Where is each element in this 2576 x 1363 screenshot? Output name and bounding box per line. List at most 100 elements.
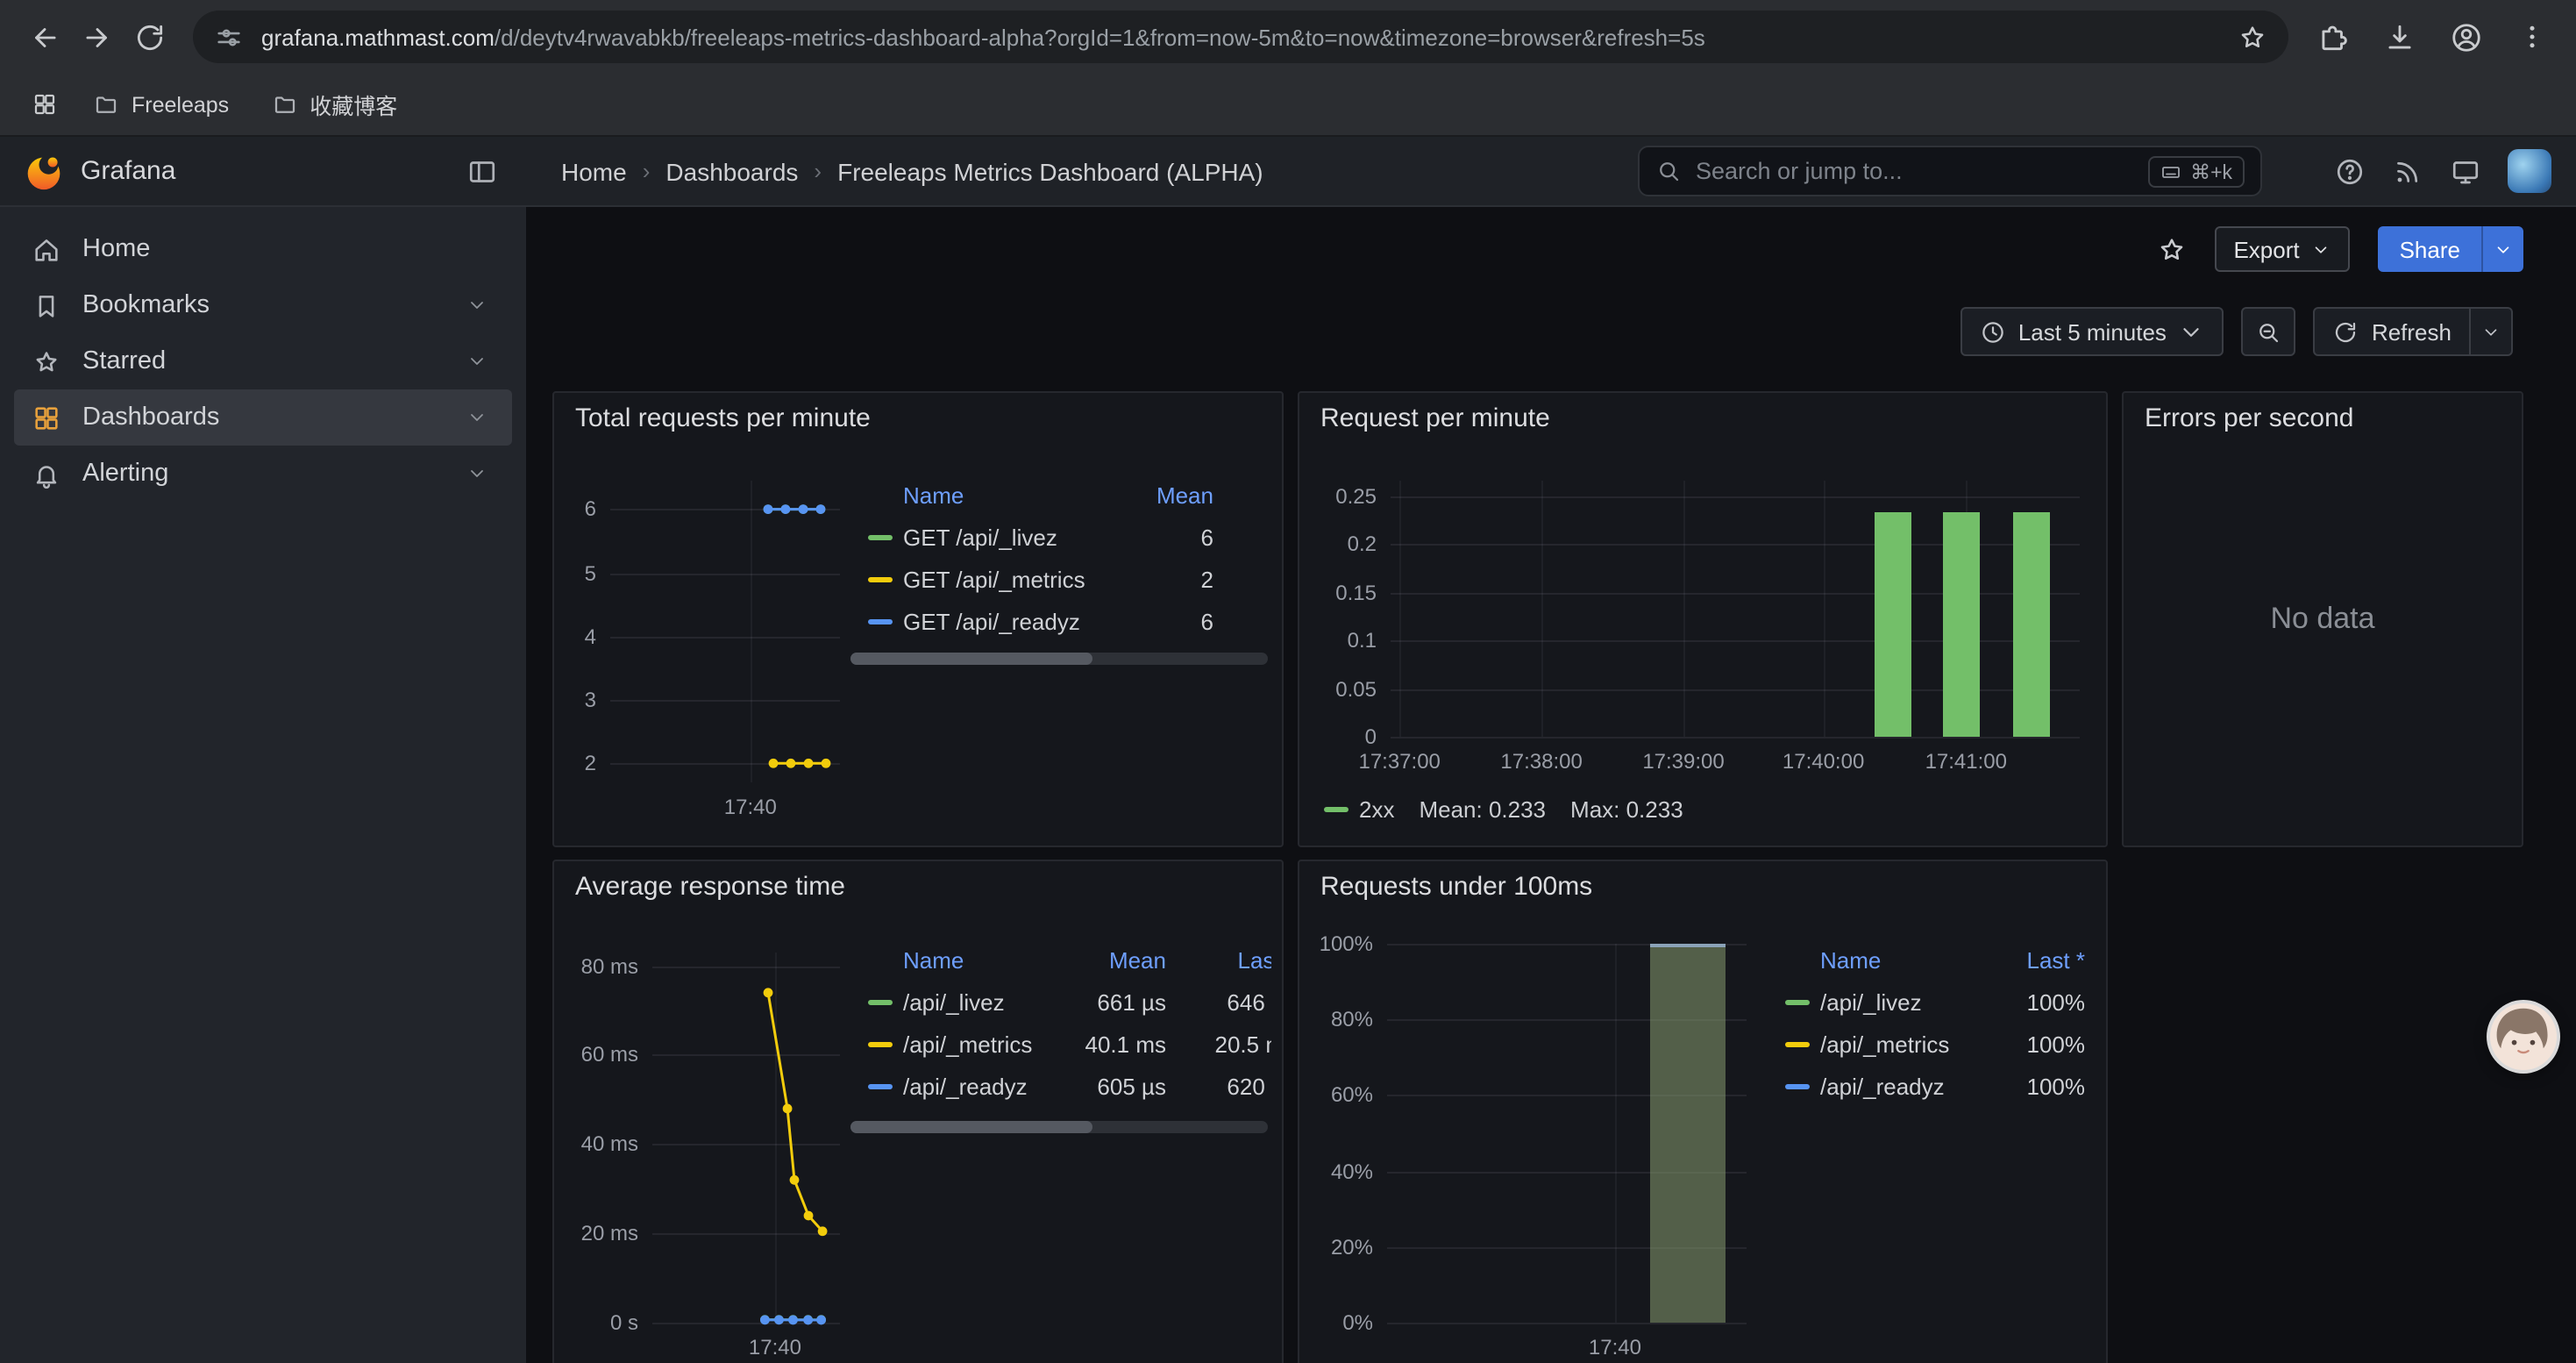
folder-icon bbox=[271, 91, 297, 118]
legend-row[interactable]: /api/_readyz605 µs620 µs bbox=[868, 1065, 1271, 1107]
legend-header[interactable]: Mean bbox=[1131, 482, 1213, 508]
no-data-message: No data bbox=[2124, 393, 2522, 846]
browser-actions bbox=[2306, 11, 2558, 63]
legend: 2xx Mean: 0.233 Max: 0.233 bbox=[1324, 796, 1683, 823]
profile-button[interactable] bbox=[2439, 11, 2492, 63]
back-button[interactable] bbox=[18, 11, 70, 63]
monitor-icon[interactable] bbox=[2450, 155, 2481, 187]
chevron-down-icon bbox=[2494, 239, 2513, 259]
sidebar-toggle-icon[interactable] bbox=[466, 155, 498, 187]
panel-total-requests: Total requests per minute 6543217:40 Nam… bbox=[552, 391, 1284, 847]
reload-icon bbox=[132, 20, 166, 54]
favorite-star-button[interactable] bbox=[2156, 234, 2186, 264]
share-menu-button[interactable] bbox=[2481, 226, 2523, 272]
legend-table: NameLast * /api/_livez100%/api/_metrics10… bbox=[1768, 938, 2087, 1107]
apps-shortcut-button[interactable] bbox=[21, 82, 67, 127]
legend-row[interactable]: /api/_metrics100% bbox=[1785, 1023, 2087, 1065]
legend-row[interactable]: /api/_livez100% bbox=[1785, 981, 2087, 1023]
legend-value: 20.5 ms bbox=[1166, 1031, 1271, 1057]
legend-value: 100% bbox=[1996, 1031, 2085, 1057]
legend-row[interactable]: GET /api/_metrics2 bbox=[868, 558, 1271, 600]
legend-scrollbar[interactable] bbox=[850, 1121, 1268, 1133]
series-color-dash bbox=[868, 999, 893, 1004]
sidebar-item-bookmarks[interactable]: Bookmarks bbox=[14, 277, 512, 333]
legend-header[interactable]: Name bbox=[868, 482, 1131, 508]
dashboard-area: Export Share Last 5 minutes bbox=[526, 207, 2576, 1363]
browser-menu-button[interactable] bbox=[2506, 11, 2558, 63]
panel-errors-per-second: Errors per second No data bbox=[2122, 391, 2523, 847]
refresh-button[interactable]: Refresh bbox=[2314, 307, 2471, 356]
bookmark-item-freeleaps[interactable]: Freeleaps bbox=[77, 84, 245, 125]
address-bar[interactable]: grafana.mathmast.com/d/deytv4rwavabkb/fr… bbox=[193, 11, 2288, 63]
legend-row[interactable]: GET /api/_livez6 bbox=[868, 516, 1271, 558]
legend-header[interactable]: Last * bbox=[1166, 946, 1271, 973]
downloads-button[interactable] bbox=[2373, 11, 2425, 63]
zoom-out-button[interactable] bbox=[2242, 307, 2296, 356]
scrollbar-thumb[interactable] bbox=[850, 1121, 1092, 1133]
series-color-dash bbox=[1324, 807, 1348, 812]
share-button[interactable]: Share bbox=[2379, 226, 2481, 272]
legend-scrollbar[interactable] bbox=[850, 653, 1268, 665]
series-color-dash bbox=[868, 1041, 893, 1046]
chevron-down-icon bbox=[466, 351, 487, 372]
refresh-interval-button[interactable] bbox=[2471, 307, 2513, 356]
chevron-down-icon bbox=[2312, 239, 2331, 259]
legend-value: 100% bbox=[1996, 988, 2085, 1015]
browser-toolbar: grafana.mathmast.com/d/deytv4rwavabkb/fr… bbox=[0, 0, 2576, 74]
forward-button[interactable] bbox=[70, 11, 123, 63]
refresh-button-group: Refresh bbox=[2314, 307, 2513, 356]
legend-stat-max: Max: 0.233 bbox=[1570, 796, 1683, 823]
legend-item-2xx[interactable]: 2xx bbox=[1324, 796, 1394, 823]
bookmark-star-icon[interactable] bbox=[2238, 22, 2267, 52]
series-color-dash bbox=[868, 576, 893, 582]
help-icon[interactable] bbox=[2334, 155, 2366, 187]
sidebar-item-starred[interactable]: Starred bbox=[14, 333, 512, 389]
time-range-picker[interactable]: Last 5 minutes bbox=[1960, 307, 2224, 356]
sidebar-item-home[interactable]: Home bbox=[14, 221, 512, 277]
legend-table: NameMean GET /api/_livez6GET /api/_metric… bbox=[850, 474, 1271, 642]
legend-header[interactable]: Mean bbox=[1078, 946, 1166, 973]
keyboard-shortcut-badge: ⌘+k bbox=[2148, 155, 2245, 187]
rss-icon[interactable] bbox=[2392, 155, 2423, 187]
floating-assistant-avatar[interactable] bbox=[2490, 1003, 2557, 1070]
scrollbar-thumb[interactable] bbox=[850, 653, 1092, 665]
sidebar-item-dashboards[interactable]: Dashboards bbox=[14, 389, 512, 446]
extensions-button[interactable] bbox=[2306, 11, 2359, 63]
legend-value: 620 µs bbox=[1166, 1073, 1271, 1099]
legend-header[interactable]: Last * bbox=[1996, 946, 2085, 973]
search-box[interactable]: ⌘+k bbox=[1638, 146, 2262, 196]
legend-value: 661 µs bbox=[1078, 988, 1166, 1015]
panel-title: Errors per second bbox=[2145, 403, 2353, 433]
breadcrumb-home[interactable]: Home bbox=[561, 157, 627, 185]
chevron-down-icon bbox=[2481, 322, 2501, 341]
search-icon bbox=[1655, 158, 1682, 184]
bar-chart: 100%80%60%40%20%0%17:40 bbox=[1299, 861, 2106, 1363]
legend-row[interactable]: /api/_livez661 µs646 µs bbox=[868, 981, 1271, 1023]
export-button[interactable]: Export bbox=[2214, 226, 2350, 272]
reload-button[interactable] bbox=[123, 11, 175, 63]
panel-request-per-minute: Request per minute 0.250.20.150.10.05017… bbox=[1298, 391, 2108, 847]
url-domain: grafana.mathmast.com bbox=[261, 24, 495, 50]
bookmark-label: Freeleaps bbox=[132, 92, 229, 117]
back-icon bbox=[27, 20, 60, 54]
breadcrumb-dashboards[interactable]: Dashboards bbox=[665, 157, 798, 185]
legend-header[interactable]: Name bbox=[1785, 946, 1996, 973]
bookmark-item-blogs[interactable]: 收藏博客 bbox=[255, 81, 413, 128]
search-input[interactable] bbox=[1696, 158, 2134, 184]
apps-grid-icon bbox=[31, 91, 57, 118]
series-color-dash bbox=[1785, 1083, 1810, 1088]
legend-header[interactable]: Name bbox=[868, 946, 1078, 973]
legend-table: NameMeanLast * /api/_livez661 µs646 µs/ap… bbox=[850, 938, 1271, 1107]
sidebar-item-alerting[interactable]: Alerting bbox=[14, 446, 512, 502]
user-avatar[interactable] bbox=[2508, 149, 2551, 193]
apps-grid-icon bbox=[32, 403, 61, 432]
legend-row[interactable]: /api/_metrics40.1 ms20.5 ms bbox=[868, 1023, 1271, 1065]
grafana-logo[interactable] bbox=[25, 152, 63, 190]
tune-icon[interactable] bbox=[214, 22, 244, 52]
breadcrumb: Home › Dashboards › Freeleaps Metrics Da… bbox=[561, 157, 1263, 185]
series-color-dash bbox=[868, 1083, 893, 1088]
legend-row[interactable]: /api/_readyz100% bbox=[1785, 1065, 2087, 1107]
sidebar-item-label: Home bbox=[82, 235, 150, 263]
legend-row[interactable]: GET /api/_readyz6 bbox=[868, 600, 1271, 642]
bookmark-label: 收藏博客 bbox=[310, 88, 397, 121]
